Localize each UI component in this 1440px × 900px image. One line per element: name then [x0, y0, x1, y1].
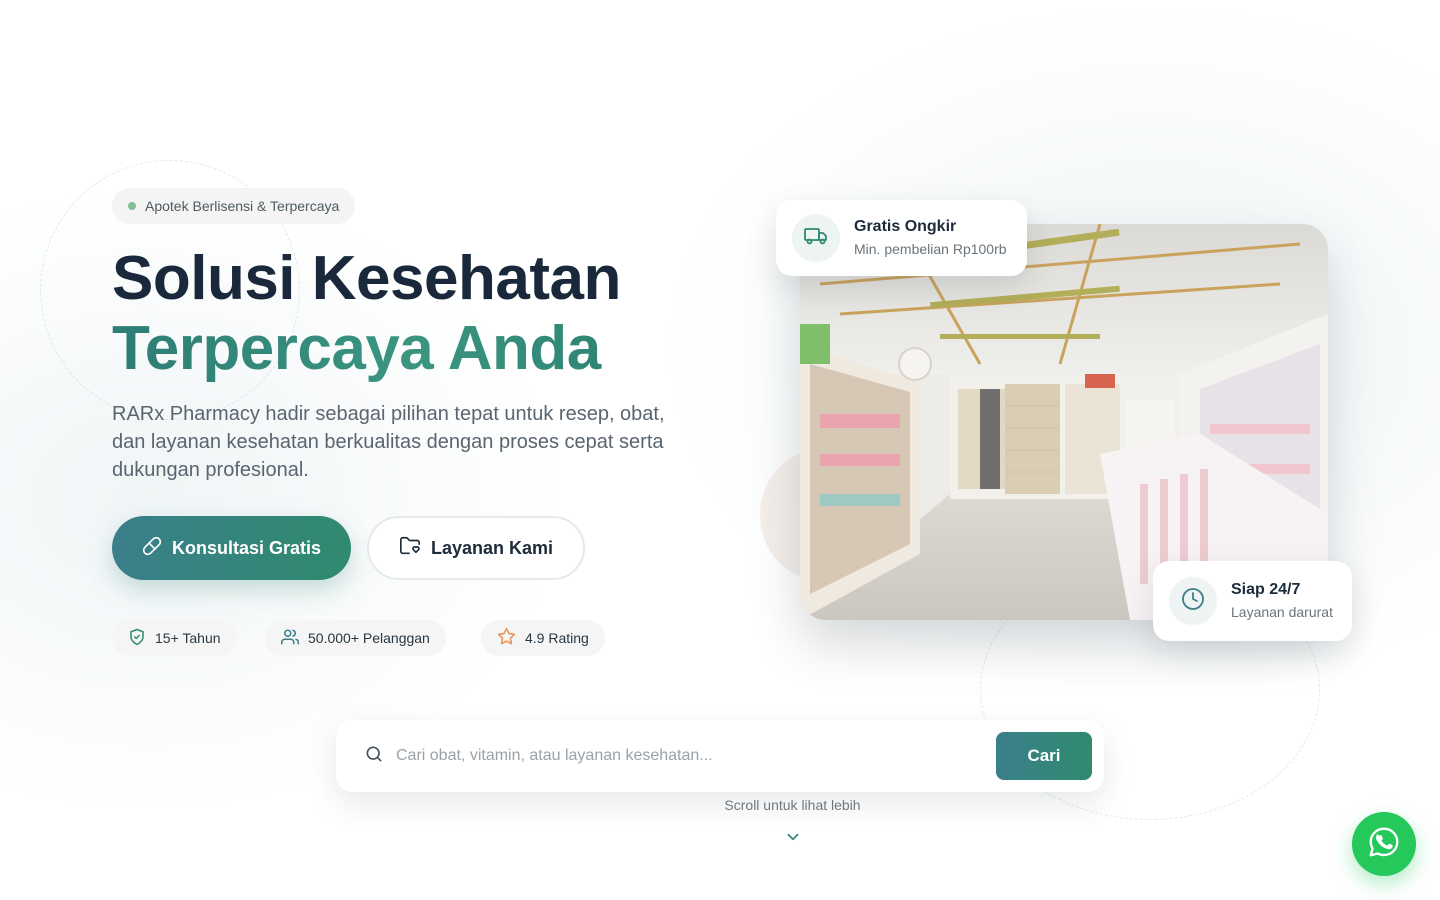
stat-years: 15+ Tahun	[112, 620, 237, 656]
free-shipping-title: Gratis Ongkir	[854, 218, 957, 235]
support-title: Siap 24/7	[1231, 581, 1301, 598]
our-services-button[interactable]: Layanan Kami	[367, 516, 585, 580]
search-icon	[364, 744, 384, 769]
support-subtitle: Layanan darurat	[1231, 604, 1333, 620]
clock-icon	[1181, 587, 1205, 616]
headline-line-2: Terpercaya Anda	[112, 314, 621, 384]
stat-customers: 50.000+ Pelanggan	[265, 620, 446, 656]
free-shipping-text: Gratis Ongkir Min. pembelian Rp100rb	[854, 217, 1007, 259]
whatsapp-button[interactable]	[1352, 812, 1416, 876]
hero-description: RARx Pharmacy hadir sebagai pilihan tepa…	[112, 403, 665, 481]
users-icon	[281, 628, 299, 649]
our-services-label: Layanan Kami	[430, 537, 554, 558]
clock-icon-wrapper	[1169, 577, 1217, 625]
stat-rating: 4.9 Rating	[481, 620, 605, 656]
stat-customers-label: 50.000+ Pelanggan	[308, 630, 430, 646]
search-button[interactable]: Cari	[996, 732, 1092, 780]
truck-icon-wrapper	[792, 214, 840, 262]
whatsapp-icon	[1367, 825, 1401, 864]
free-shipping-card: Gratis Ongkir Min. pembelian Rp100rb	[776, 200, 1027, 276]
support-24-7-card: Siap 24/7 Layanan darurat	[1153, 561, 1352, 641]
free-consultation-button[interactable]: Konsultasi Gratis	[112, 516, 351, 580]
truck-icon	[804, 224, 828, 253]
stat-years-label: 15+ Tahun	[155, 630, 221, 646]
chevron-down-icon[interactable]	[784, 828, 802, 851]
scroll-hint: Scroll untuk lihat lebih	[724, 797, 861, 813]
status-dot	[128, 202, 136, 210]
hero-headline: Solusi Kesehatan Terpercaya Anda	[112, 244, 621, 384]
pill-icon	[142, 536, 162, 561]
search-input[interactable]	[396, 747, 996, 765]
badge-label: Apotek Berlisensi & Terpercaya	[145, 198, 340, 214]
headline-line-1: Solusi Kesehatan	[112, 244, 621, 313]
stat-rating-label: 4.9 Rating	[525, 630, 589, 646]
folder-heart-icon	[399, 535, 421, 562]
search-bar: Cari	[336, 720, 1104, 792]
free-shipping-subtitle: Min. pembelian Rp100rb	[854, 241, 1007, 257]
support-text: Siap 24/7 Layanan darurat	[1231, 580, 1333, 622]
free-consultation-label: Konsultasi Gratis	[171, 537, 322, 558]
license-badge: Apotek Berlisensi & Terpercaya	[112, 188, 356, 224]
shield-check-icon	[128, 628, 146, 649]
star-icon	[497, 627, 516, 649]
